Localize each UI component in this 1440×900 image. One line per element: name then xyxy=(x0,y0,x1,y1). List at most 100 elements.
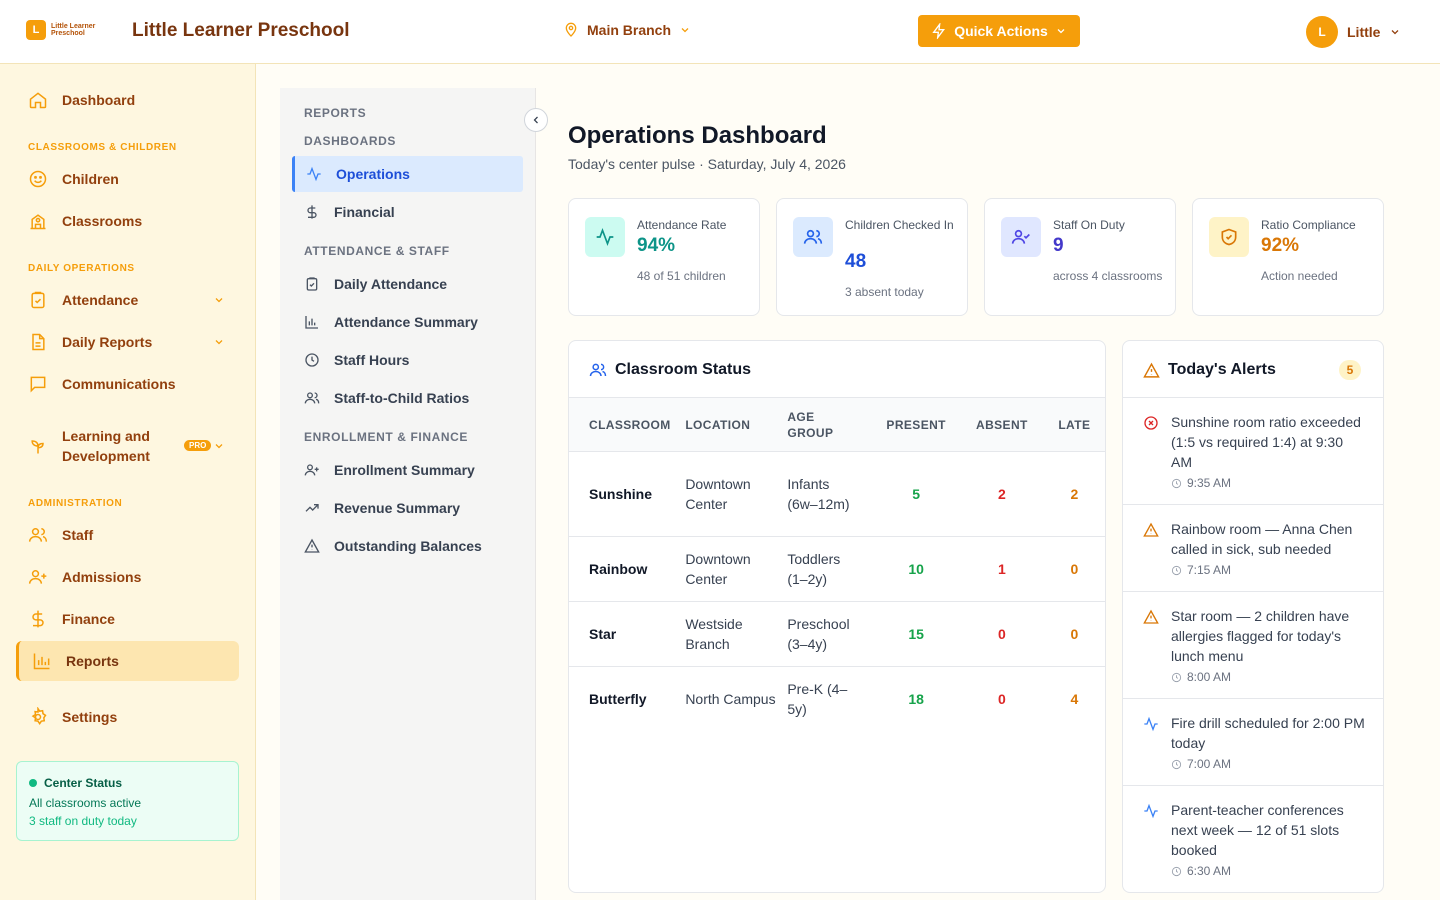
report-item-enrollment-summary[interactable]: Enrollment Summary xyxy=(292,452,523,488)
classroom-status-card: Classroom Status CLASSROOM LOCATION AGE … xyxy=(568,340,1106,893)
column-header[interactable]: LOCATION xyxy=(685,397,788,452)
sidebar-item-label: Attendance xyxy=(62,292,139,308)
sidebar-item-label: Reports xyxy=(66,653,119,669)
alert-item[interactable]: Sunshine room ratio exceeded (1:5 vs req… xyxy=(1123,397,1383,504)
alert-time: 9:35 AM xyxy=(1187,476,1232,490)
bar-chart-icon xyxy=(32,651,52,671)
page-title: Operations Dashboard xyxy=(568,122,827,149)
sidebar: Dashboard CLASSROOMS & CHILDREN Children… xyxy=(0,64,256,900)
stat-note: 48 of 51 children xyxy=(637,269,726,283)
cell-location: Downtown Center xyxy=(685,451,788,537)
chevron-down-icon xyxy=(1389,26,1401,38)
alert-time-row: 7:15 AM xyxy=(1171,563,1365,577)
sidebar-item-settings[interactable]: Settings xyxy=(16,697,239,737)
clipboard-check-icon xyxy=(28,290,48,310)
table-row[interactable]: Rainbow Downtown Center Toddlers (1–2y) … xyxy=(569,536,1105,602)
sidebar-item-communications[interactable]: Communications xyxy=(16,364,239,404)
report-item-label: Financial xyxy=(334,204,395,220)
alert-time-row: 6:30 AM xyxy=(1171,864,1365,878)
lightning-icon xyxy=(931,23,947,39)
home-icon xyxy=(28,90,48,110)
column-header[interactable]: CLASSROOM xyxy=(569,397,686,452)
report-item-daily-attendance[interactable]: Daily Attendance xyxy=(292,266,523,302)
status-dot xyxy=(29,779,37,787)
column-header[interactable]: PRESENT xyxy=(871,397,962,452)
sidebar-item-label: Admissions xyxy=(62,569,142,585)
reports-nav: REPORTS DASHBOARDS Operations Financial … xyxy=(280,88,536,900)
activity-icon xyxy=(306,166,322,182)
branch-selector[interactable]: Main Branch xyxy=(563,22,691,38)
report-item-ratios[interactable]: Staff-to-Child Ratios xyxy=(292,380,523,416)
sidebar-item-dashboard[interactable]: Dashboard xyxy=(16,80,239,120)
report-item-financial[interactable]: Financial xyxy=(292,194,523,230)
quick-actions-button[interactable]: Quick Actions xyxy=(918,15,1080,47)
alert-time-row: 9:35 AM xyxy=(1171,476,1365,490)
stat-value: 92% xyxy=(1261,235,1300,256)
sidebar-item-children[interactable]: Children xyxy=(16,159,239,199)
alert-text: Rainbow room — Anna Chen called in sick,… xyxy=(1171,521,1353,557)
cell-late: 0 xyxy=(1042,601,1105,667)
user-menu[interactable]: L Little xyxy=(1306,16,1401,48)
sidebar-item-label: Staff xyxy=(62,527,94,543)
collapse-panel-button[interactable] xyxy=(524,108,548,132)
sidebar-item-label: Classrooms xyxy=(62,213,143,229)
clock-icon xyxy=(1171,759,1182,770)
sidebar-item-finance[interactable]: Finance xyxy=(16,599,239,639)
sidebar-item-classrooms[interactable]: Classrooms xyxy=(16,201,239,241)
user-name: Little xyxy=(1347,24,1381,40)
logo[interactable]: L Little Learner Preschool xyxy=(26,20,107,40)
center-status-title: Center Status xyxy=(44,776,123,790)
sidebar-item-admissions[interactable]: Admissions xyxy=(16,557,239,597)
clock-icon xyxy=(304,352,320,368)
sidebar-item-reports[interactable]: Reports xyxy=(16,641,239,681)
sidebar-item-label: Daily Reports xyxy=(62,334,153,350)
report-item-revenue-summary[interactable]: Revenue Summary xyxy=(292,490,523,526)
stat-label: Children Checked In xyxy=(845,218,954,232)
school-icon xyxy=(28,211,48,231)
clock-icon xyxy=(1171,672,1182,683)
shield-check-icon xyxy=(1209,217,1249,257)
report-item-attendance-summary[interactable]: Attendance Summary xyxy=(292,304,523,340)
cell-location: Downtown Center xyxy=(685,536,788,602)
stat-note: across 4 classrooms xyxy=(1053,269,1163,283)
table-row[interactable]: Star Westside Branch Preschool (3–4y) 15… xyxy=(569,601,1105,667)
sidebar-item-label: Settings xyxy=(62,709,118,725)
alert-item[interactable]: Fire drill scheduled for 2:00 PM today 7… xyxy=(1123,698,1383,785)
sidebar-item-learning[interactable]: Learning and Development PRO xyxy=(16,421,239,471)
sidebar-item-attendance[interactable]: Attendance xyxy=(16,280,239,320)
user-plus-icon xyxy=(304,462,320,478)
report-item-operations[interactable]: Operations xyxy=(292,156,523,192)
alert-text: Parent-teacher conferences next week — 1… xyxy=(1171,802,1344,858)
cell-present: 15 xyxy=(871,601,962,667)
users-icon xyxy=(589,361,607,379)
cell-classroom: Sunshine xyxy=(569,451,686,537)
cell-absent: 0 xyxy=(961,601,1043,667)
report-item-staff-hours[interactable]: Staff Hours xyxy=(292,342,523,378)
report-item-label: Daily Attendance xyxy=(334,276,448,292)
column-header[interactable]: AGE GROUP xyxy=(787,397,872,452)
report-item-outstanding[interactable]: Outstanding Balances xyxy=(292,528,523,564)
sidebar-item-label: Finance xyxy=(62,611,115,627)
alert-item[interactable]: Rainbow room — Anna Chen called in sick,… xyxy=(1123,504,1383,591)
clock-icon xyxy=(1171,866,1182,877)
chevron-down-icon xyxy=(213,336,225,348)
cell-age-group: Toddlers (1–2y) xyxy=(787,536,872,602)
column-header[interactable]: ABSENT xyxy=(961,397,1043,452)
sidebar-item-daily-reports[interactable]: Daily Reports xyxy=(16,322,239,362)
cell-classroom: Star xyxy=(569,601,686,667)
alert-text: Star room — 2 children have allergies fl… xyxy=(1171,608,1350,664)
column-header[interactable]: LATE xyxy=(1042,397,1105,452)
sidebar-item-label: Learning and Development xyxy=(62,428,150,464)
stat-card-ratio: Ratio Compliance 92% Action needed xyxy=(1192,198,1384,316)
table-row[interactable]: Butterfly North Campus Pre-K (4–5y) 18 0… xyxy=(569,667,1105,732)
alert-item[interactable]: Parent-teacher conferences next week — 1… xyxy=(1123,785,1383,892)
table-row[interactable]: Sunshine Downtown Center Infants (6w–12m… xyxy=(569,451,1105,537)
cell-location: Westside Branch xyxy=(685,601,788,667)
alert-item[interactable]: Star room — 2 children have allergies fl… xyxy=(1123,591,1383,698)
sidebar-item-staff[interactable]: Staff xyxy=(16,515,239,555)
center-status-heading: Center Status xyxy=(29,776,226,790)
warning-icon xyxy=(1143,362,1160,379)
section-label-enrollment: ENROLLMENT & FINANCE xyxy=(304,430,468,444)
classroom-table: CLASSROOM LOCATION AGE GROUP PRESENT ABS… xyxy=(569,397,1105,732)
chevron-down-icon xyxy=(679,24,691,36)
